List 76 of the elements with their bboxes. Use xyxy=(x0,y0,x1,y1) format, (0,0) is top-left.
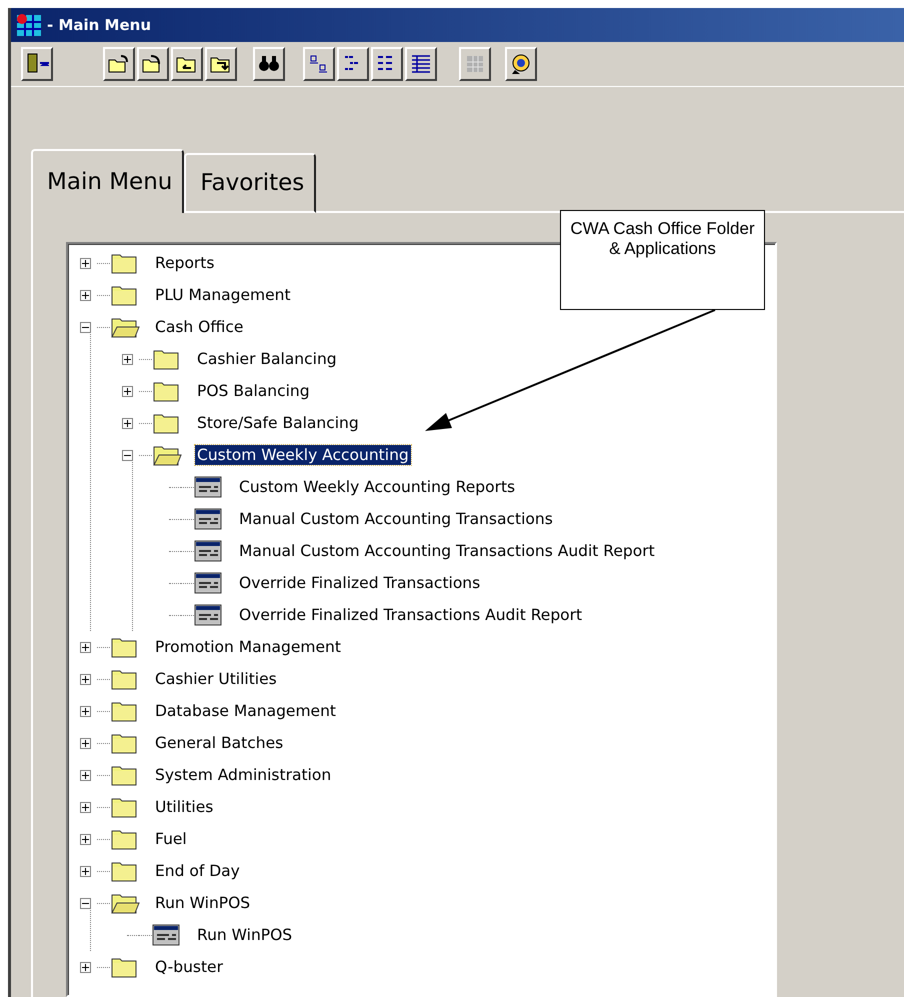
expand-button[interactable] xyxy=(80,802,90,812)
window-form-icon xyxy=(194,604,224,626)
callout-text: CWA Cash Office Folder & Applications xyxy=(560,210,765,310)
toolbar-button[interactable] xyxy=(171,47,203,81)
toolbar-button[interactable] xyxy=(303,47,335,81)
expand-button[interactable] xyxy=(80,706,90,716)
expand-button[interactable] xyxy=(122,386,132,396)
tree-item[interactable]: Cashier Balancing xyxy=(195,349,339,369)
tree-item[interactable]: Custom Weekly Accounting Reports xyxy=(237,477,518,497)
app-grid-icon xyxy=(15,12,43,38)
plus-icon xyxy=(80,674,90,684)
expand-button[interactable] xyxy=(80,674,90,684)
plus-icon xyxy=(80,258,90,268)
window-form-icon xyxy=(194,540,224,562)
plus-icon xyxy=(80,706,90,716)
tab[interactable]: Main Menu xyxy=(31,149,184,213)
plus-icon xyxy=(122,354,132,364)
expand-button[interactable] xyxy=(80,258,90,268)
tree-item[interactable]: Run WinPOS xyxy=(153,893,252,913)
tree-item[interactable]: Manual Custom Accounting Transactions xyxy=(237,509,555,529)
expand-button[interactable] xyxy=(80,866,90,876)
tree-item[interactable]: General Batches xyxy=(153,733,286,753)
tree-item[interactable]: System Administration xyxy=(153,765,334,785)
tree-item[interactable]: PLU Management xyxy=(153,285,293,305)
expand-button[interactable] xyxy=(80,834,90,844)
tree-item[interactable]: Reports xyxy=(153,253,216,273)
tree-item[interactable]: Cashier Utilities xyxy=(153,669,279,689)
plus-icon xyxy=(80,866,90,876)
toolbar-button[interactable] xyxy=(21,47,53,81)
toolbar-button[interactable] xyxy=(405,47,437,81)
plus-icon xyxy=(122,386,132,396)
tree-item[interactable]: Run WinPOS xyxy=(195,925,294,945)
toolbar-button[interactable] xyxy=(103,47,135,81)
tab[interactable]: Favorites xyxy=(184,153,316,213)
expand-button[interactable] xyxy=(80,738,90,748)
expand-button[interactable] xyxy=(122,418,132,428)
tree-item[interactable]: Q-buster xyxy=(153,957,225,977)
toolbar-button[interactable] xyxy=(253,47,285,81)
tree-item[interactable]: Custom Weekly Accounting xyxy=(195,445,411,465)
tree-item[interactable]: Database Management xyxy=(153,701,338,721)
tree-item[interactable]: Cash Office xyxy=(153,317,246,337)
collapse-button[interactable] xyxy=(80,322,90,332)
tree-item[interactable]: Manual Custom Accounting Transactions Audit Report xyxy=(237,541,657,561)
collapse-button[interactable] xyxy=(80,898,90,908)
window-form-icon xyxy=(152,924,182,946)
window-form-icon xyxy=(194,476,224,498)
window-form-icon xyxy=(194,508,224,530)
toolbar-button[interactable] xyxy=(371,47,403,81)
tree-item[interactable]: Override Finalized Transactions xyxy=(237,573,482,593)
toolbar-button[interactable] xyxy=(505,47,537,81)
expand-button[interactable] xyxy=(80,642,90,652)
tree-item[interactable]: Utilities xyxy=(153,797,216,817)
expand-button[interactable] xyxy=(122,354,132,364)
expand-button[interactable] xyxy=(80,290,90,300)
tree-item[interactable]: POS Balancing xyxy=(195,381,312,401)
tree-item[interactable]: End of Day xyxy=(153,861,242,881)
plus-icon xyxy=(80,770,90,780)
window-form-icon xyxy=(194,572,224,594)
tree-item[interactable]: Fuel xyxy=(153,829,189,849)
toolbar-button[interactable] xyxy=(337,47,369,81)
plus-icon xyxy=(122,418,132,428)
plus-icon xyxy=(80,290,90,300)
tree-item[interactable]: Promotion Management xyxy=(153,637,343,657)
window-title: - Main Menu xyxy=(47,16,151,34)
expand-button[interactable] xyxy=(80,770,90,780)
plus-icon xyxy=(80,834,90,844)
expand-button[interactable] xyxy=(80,962,90,972)
toolbar-button[interactable] xyxy=(137,47,169,81)
plus-icon xyxy=(80,802,90,812)
collapse-button[interactable] xyxy=(122,450,132,460)
plus-icon xyxy=(80,962,90,972)
tree-item[interactable]: Override Finalized Transactions Audit Report xyxy=(237,605,584,625)
plus-icon xyxy=(80,642,90,652)
toolbar-button[interactable] xyxy=(205,47,237,81)
tree-item[interactable]: Store/Safe Balancing xyxy=(195,413,361,433)
plus-icon xyxy=(80,738,90,748)
